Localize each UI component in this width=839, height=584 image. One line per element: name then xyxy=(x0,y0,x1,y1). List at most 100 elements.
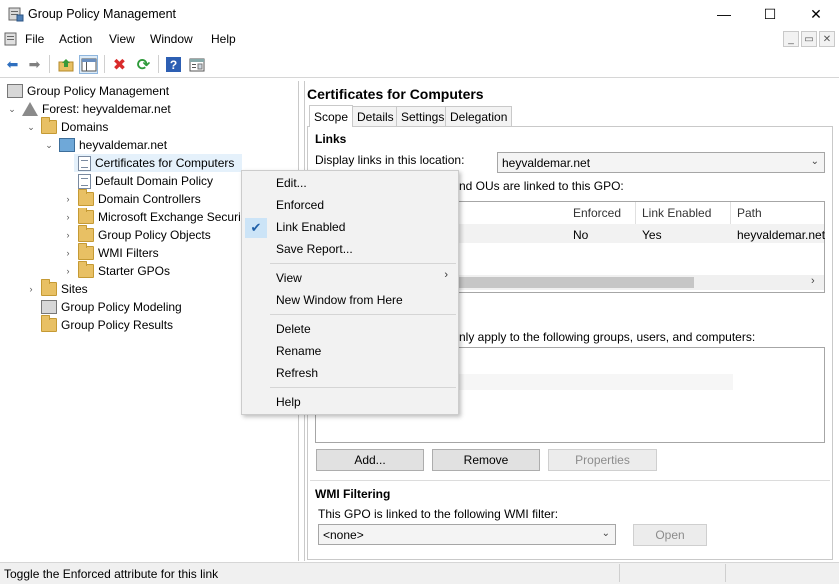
menu-separator xyxy=(270,387,456,388)
mdi-restore-button[interactable]: ▭ xyxy=(801,31,817,47)
menu-item-help[interactable]: Help xyxy=(276,392,301,412)
tree-item-label: Group Policy Management xyxy=(27,84,170,98)
column-header-path[interactable]: Path xyxy=(737,206,762,220)
linked-ous-label: nd OUs are linked to this GPO: xyxy=(459,179,624,193)
tab-delegation[interactable]: Delegation xyxy=(445,106,513,126)
tree-item-sites[interactable]: › Sites xyxy=(25,279,88,298)
menu-item-new-window-from-here[interactable]: New Window from Here xyxy=(276,290,403,310)
folder-icon xyxy=(78,261,94,278)
menu-item-rename[interactable]: Rename xyxy=(276,341,321,361)
display-links-label: Display links in this location: xyxy=(315,153,465,167)
tab-details[interactable]: Details xyxy=(352,106,399,126)
tree-item-domains[interactable]: ⌄ Domains xyxy=(25,117,109,136)
refresh-icon: ⟳ xyxy=(136,56,151,74)
scrollbar-thumb[interactable] xyxy=(459,277,694,288)
chevron-right-icon[interactable]: › xyxy=(62,266,74,276)
location-combobox[interactable]: heyvaldemar.net ⌄ xyxy=(497,152,825,173)
folder-icon xyxy=(78,225,94,242)
tree-item-group-policy-results[interactable]: Group Policy Results xyxy=(37,315,173,334)
tree-item-label: Group Policy Objects xyxy=(98,228,211,242)
chevron-right-icon[interactable]: › xyxy=(62,230,74,240)
forward-button[interactable]: ➡ xyxy=(25,55,44,74)
ou-folder-icon xyxy=(78,208,94,224)
menu-action[interactable]: Action xyxy=(59,32,92,46)
status-separator xyxy=(725,564,726,582)
delete-button[interactable]: ✖ xyxy=(110,55,129,74)
list-item[interactable] xyxy=(459,374,733,390)
menu-item-enforced[interactable]: Enforced xyxy=(276,195,324,215)
add-button[interactable]: Add... xyxy=(316,449,424,471)
status-separator xyxy=(619,564,620,582)
menu-item-edit[interactable]: Edit... xyxy=(276,173,307,193)
chevron-right-icon[interactable]: › xyxy=(62,194,74,204)
tree-item-domain[interactable]: ⌄ heyvaldemar.net xyxy=(43,136,167,154)
tree-item-label: Microsoft Exchange Securi xyxy=(98,210,241,224)
chevron-right-icon[interactable]: › xyxy=(62,212,74,222)
context-menu: Edit... Enforced ✔ Link Enabled Save Rep… xyxy=(241,170,459,415)
column-header-enforced[interactable]: Enforced xyxy=(573,206,621,220)
properties-button[interactable] xyxy=(187,55,206,74)
chevron-down-icon[interactable]: ⌄ xyxy=(6,104,18,115)
menu-window[interactable]: Window xyxy=(150,32,193,46)
chevron-down-icon[interactable]: ⌄ xyxy=(43,140,55,151)
tree-item-microsoft-exchange-security[interactable]: › Microsoft Exchange Securi xyxy=(62,208,242,226)
toolbar-separator xyxy=(104,55,105,73)
refresh-button[interactable]: ⟳ xyxy=(134,55,153,74)
minimize-button[interactable]: — xyxy=(701,0,747,28)
tree-item-group-policy-modeling[interactable]: Group Policy Modeling xyxy=(37,298,182,316)
tree-item-wmi-filters[interactable]: › WMI Filters xyxy=(62,243,159,262)
forest-icon xyxy=(22,102,38,116)
chevron-right-icon[interactable]: › xyxy=(25,284,37,294)
properties-icon xyxy=(189,58,204,71)
tree-item-label: Certificates for Computers xyxy=(95,156,235,170)
console-icon[interactable] xyxy=(4,31,20,47)
tree-item-label: Group Policy Modeling xyxy=(61,300,182,314)
tree-item-default-domain-policy[interactable]: Default Domain Policy xyxy=(74,172,213,190)
tree-item-starter-gpos[interactable]: › Starter GPOs xyxy=(62,261,171,280)
wmi-filtering-title: WMI Filtering xyxy=(315,487,391,501)
modeling-icon xyxy=(41,300,57,314)
menu-item-link-enabled[interactable]: Link Enabled xyxy=(276,217,345,237)
menu-item-view[interactable]: View xyxy=(276,268,302,288)
menu-item-save-report[interactable]: Save Report... xyxy=(276,239,353,259)
properties-button[interactable]: Properties xyxy=(548,449,657,471)
show-hide-console-tree-button[interactable] xyxy=(79,55,98,74)
menu-separator xyxy=(270,314,456,315)
tab-scope[interactable]: Scope xyxy=(309,105,354,127)
tree-item-label: Domain Controllers xyxy=(98,192,201,206)
chevron-right-icon[interactable]: › xyxy=(62,248,74,258)
folder-icon xyxy=(41,117,57,134)
domain-icon xyxy=(59,138,75,152)
remove-button[interactable]: Remove xyxy=(432,449,540,471)
mdi-minimize-button[interactable]: _ xyxy=(783,31,799,47)
tree-root[interactable]: Group Policy Management xyxy=(3,82,169,100)
show-hide-console-tree-icon xyxy=(81,58,96,71)
menu-help[interactable]: Help xyxy=(211,32,236,46)
tree-item-label: Forest: heyvaldemar.net xyxy=(42,102,171,116)
gpo-link-icon xyxy=(78,173,91,189)
tree-item-domain-controllers[interactable]: › Domain Controllers xyxy=(62,189,201,208)
tab-settings[interactable]: Settings xyxy=(396,106,450,126)
column-header-link-enabled[interactable]: Link Enabled xyxy=(642,206,711,220)
tree-item-forest[interactable]: ⌄ Forest: heyvaldemar.net xyxy=(6,100,171,118)
chevron-down-icon[interactable]: ⌄ xyxy=(25,122,37,133)
open-button[interactable]: Open xyxy=(633,524,707,546)
mdi-close-button[interactable]: ✕ xyxy=(819,31,835,47)
close-button[interactable]: ✕ xyxy=(793,0,839,28)
tree-item-label: Starter GPOs xyxy=(98,264,171,278)
tree-item-certificates-for-computers[interactable]: Certificates for Computers xyxy=(74,154,242,172)
tree-item-group-policy-objects[interactable]: › Group Policy Objects xyxy=(62,225,211,244)
back-button[interactable]: ⬅ xyxy=(3,55,22,74)
menu-item-refresh[interactable]: Refresh xyxy=(276,363,318,383)
tree-item-label: Domains xyxy=(61,120,109,134)
maximize-button[interactable]: ☐ xyxy=(747,0,793,28)
menu-view[interactable]: View xyxy=(109,32,135,46)
scroll-right-icon[interactable]: › xyxy=(811,275,815,287)
chevron-right-icon: › xyxy=(444,269,448,281)
menu-file[interactable]: File xyxy=(25,32,44,46)
menu-item-delete[interactable]: Delete xyxy=(276,319,311,339)
wmi-filter-combobox[interactable]: <none> ⌄ xyxy=(318,524,616,545)
up-one-level-button[interactable] xyxy=(56,55,75,74)
close-icon: ✕ xyxy=(822,33,832,45)
help-button[interactable]: ? xyxy=(164,55,183,74)
